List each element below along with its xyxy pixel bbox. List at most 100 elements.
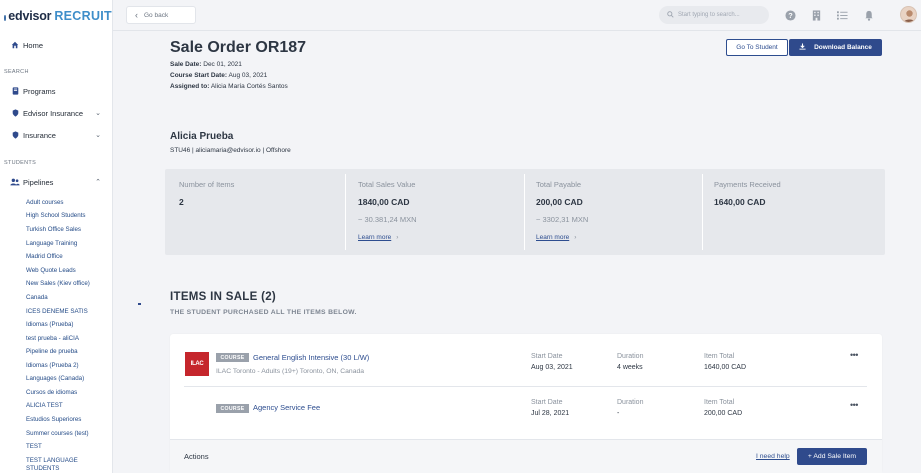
sidebar-pipeline-link[interactable]: Language Training bbox=[26, 240, 77, 247]
sidebar-pipeline-link[interactable]: Canada bbox=[26, 294, 48, 301]
duration-value: - bbox=[617, 410, 620, 417]
start-date-value: Jul 28, 2021 bbox=[531, 410, 570, 417]
chevron-right-icon: › bbox=[574, 234, 577, 241]
sidebar-pipeline-link[interactable]: Languages (Canada) bbox=[26, 375, 84, 382]
stat-divider bbox=[524, 174, 525, 250]
stat-total-sales-value: Total Sales Value 1840,00 CAD ~ 30.381,2… bbox=[358, 169, 536, 255]
sidebar-pipeline-link[interactable]: Adult courses bbox=[26, 199, 64, 206]
logo-recruit: RECRUIT bbox=[54, 9, 112, 23]
sidebar-pipeline-link[interactable]: Turkish Office Sales bbox=[26, 226, 81, 233]
sidebar-item-insurance[interactable]: Insurance ⌄ bbox=[0, 127, 112, 143]
sidebar-pipeline-link[interactable]: Cursos de idiomas bbox=[26, 389, 77, 396]
sale-items-card: ILAC COURSE General English Intensive (3… bbox=[170, 334, 882, 473]
sidebar-pipeline-link[interactable]: Idiomas (Prueba 2) bbox=[26, 362, 79, 369]
sidebar-pipeline-link[interactable]: TEST LANGUAGE STUDENTS bbox=[26, 457, 106, 473]
need-help-link[interactable]: I need help bbox=[756, 453, 790, 460]
stat-value: 1840,00 CAD bbox=[358, 197, 410, 207]
more-icon[interactable]: ••• bbox=[850, 350, 858, 360]
stat-payments-received: Payments Received 1640,00 CAD bbox=[714, 169, 884, 255]
help-icon[interactable]: ? bbox=[783, 8, 797, 22]
sidebar-pipeline-link[interactable]: Estudios Superiores bbox=[26, 416, 81, 423]
sale-date-label: Sale Date: bbox=[170, 61, 202, 68]
sidebar-item-programs[interactable]: Programs bbox=[0, 83, 112, 99]
item-name-link[interactable]: Agency Service Fee bbox=[253, 403, 320, 412]
sidebar-pipeline-link[interactable]: High School Students bbox=[26, 212, 86, 219]
home-icon bbox=[9, 41, 21, 49]
stat-value: 2 bbox=[179, 197, 184, 207]
main-content: Sale Order OR187 Sale Date: Dec 01, 2021… bbox=[113, 31, 921, 473]
items-section-subtitle: THE STUDENT PURCHASED ALL THE ITEMS BELO… bbox=[170, 309, 357, 316]
item-total-value: 200,00 CAD bbox=[704, 410, 743, 417]
avatar[interactable] bbox=[900, 6, 917, 23]
stat-label: Total Payable bbox=[536, 180, 582, 189]
provider-logo: ILAC bbox=[185, 352, 209, 376]
student-details: STU46 | aliciamaria@edvisor.io | Offshor… bbox=[170, 147, 291, 154]
sidebar: edvisor RECRUIT Home SEARCH Programs Edv… bbox=[0, 0, 113, 473]
sidebar-pipeline-link[interactable]: Web Quote Leads bbox=[26, 267, 76, 274]
go-to-student-button[interactable]: Go To Student bbox=[726, 39, 788, 56]
sidebar-pipeline-link[interactable]: ALICIA TEST bbox=[26, 402, 63, 409]
stat-value: 200,00 CAD bbox=[536, 197, 583, 207]
go-back-button[interactable]: ‹ Go back bbox=[126, 6, 196, 24]
stat-label: Number of Items bbox=[179, 180, 235, 189]
stat-number-of-items: Number of Items 2 bbox=[179, 169, 357, 255]
section-marker bbox=[138, 303, 141, 305]
items-section-title: ITEMS IN SALE (2) bbox=[170, 291, 277, 303]
sale-item-row[interactable]: COURSE Agency Service Fee Start Date Jul… bbox=[170, 387, 882, 439]
item-provider: ILAC Toronto - Adults (19+) Toronto, ON,… bbox=[216, 368, 365, 375]
shield-icon bbox=[9, 109, 21, 117]
stat-total-payable: Total Payable 200,00 CAD ~ 3302,31 MXN L… bbox=[536, 169, 714, 255]
duration-label: Duration bbox=[617, 399, 644, 406]
topbar: ‹ Go back Start typing to search... ? bbox=[113, 0, 921, 31]
sale-summary-stats: Number of Items 2 Total Sales Value 1840… bbox=[165, 169, 885, 255]
stat-value: 1640,00 CAD bbox=[714, 197, 766, 207]
download-balance-label: Download Balance bbox=[814, 44, 872, 51]
sidebar-pipeline-link[interactable]: New Sales (Kiev office) bbox=[26, 280, 90, 287]
student-name: Alicia Prueba bbox=[170, 131, 234, 142]
checklist-icon[interactable] bbox=[835, 8, 849, 22]
sidebar-item-pipelines[interactable]: Pipelines ⌃ bbox=[0, 174, 112, 190]
sidebar-pipeline-link[interactable]: test prueba - aliCIA bbox=[26, 335, 79, 342]
stat-converted: ~ 30.381,24 MXN bbox=[358, 215, 417, 224]
assigned-to: Assigned to: Alicia María Cortés Santos bbox=[170, 83, 288, 90]
search-icon bbox=[667, 10, 674, 20]
logo[interactable]: edvisor RECRUIT bbox=[0, 0, 112, 32]
learn-more-link[interactable]: Learn more › bbox=[358, 234, 398, 241]
stat-divider bbox=[345, 174, 346, 250]
more-icon[interactable]: ••• bbox=[850, 400, 858, 410]
sidebar-item-label: Insurance bbox=[23, 130, 56, 140]
duration-label: Duration bbox=[617, 353, 644, 360]
sale-item-row[interactable]: ILAC COURSE General English Intensive (3… bbox=[170, 334, 882, 386]
chevron-down-icon: ⌄ bbox=[95, 132, 101, 139]
course-start-value: Aug 03, 2021 bbox=[228, 72, 268, 79]
actions-label: Actions bbox=[184, 452, 209, 461]
sidebar-pipeline-link[interactable]: TEST bbox=[26, 443, 42, 450]
chevron-left-icon: ‹ bbox=[135, 10, 138, 20]
sidebar-pipeline-link[interactable]: Madrid Office bbox=[26, 253, 63, 260]
learn-more-link[interactable]: Learn more › bbox=[536, 234, 576, 241]
sidebar-pipeline-link[interactable]: Summer courses (test) bbox=[26, 430, 89, 437]
sidebar-pipeline-link[interactable]: Pipeline de prueba bbox=[26, 348, 78, 355]
add-sale-item-button[interactable]: + Add Sale Item bbox=[797, 448, 867, 465]
sale-date: Sale Date: Dec 01, 2021 bbox=[170, 61, 242, 68]
item-name-link[interactable]: General English Intensive (30 L/W) bbox=[253, 353, 369, 362]
sidebar-pipeline-link[interactable]: ICES DENEME SATIS bbox=[26, 308, 88, 315]
item-total-label: Item Total bbox=[704, 399, 735, 406]
programs-icon bbox=[9, 87, 21, 95]
chevron-right-icon: › bbox=[396, 234, 399, 241]
download-balance-button[interactable]: Download Balance bbox=[789, 39, 882, 56]
sidebar-item-label: Programs bbox=[23, 86, 56, 96]
learn-more-label: Learn more bbox=[536, 234, 570, 241]
building-icon[interactable] bbox=[809, 8, 823, 22]
sidebar-item-edvisor-insurance[interactable]: Edvisor Insurance ⌄ bbox=[0, 105, 112, 121]
sale-date-value: Dec 01, 2021 bbox=[203, 61, 242, 68]
sidebar-item-label: Pipelines bbox=[23, 177, 54, 187]
users-icon bbox=[9, 178, 21, 186]
bell-icon[interactable] bbox=[862, 8, 876, 22]
sidebar-item-label: Edvisor Insurance bbox=[23, 108, 84, 118]
sidebar-item-home[interactable]: Home bbox=[0, 37, 112, 53]
shield-icon bbox=[9, 131, 21, 139]
sidebar-pipeline-link[interactable]: Idiomas (Prueba) bbox=[26, 321, 73, 328]
search-input[interactable]: Start typing to search... bbox=[659, 6, 769, 24]
chevron-down-icon: ⌄ bbox=[95, 110, 101, 117]
